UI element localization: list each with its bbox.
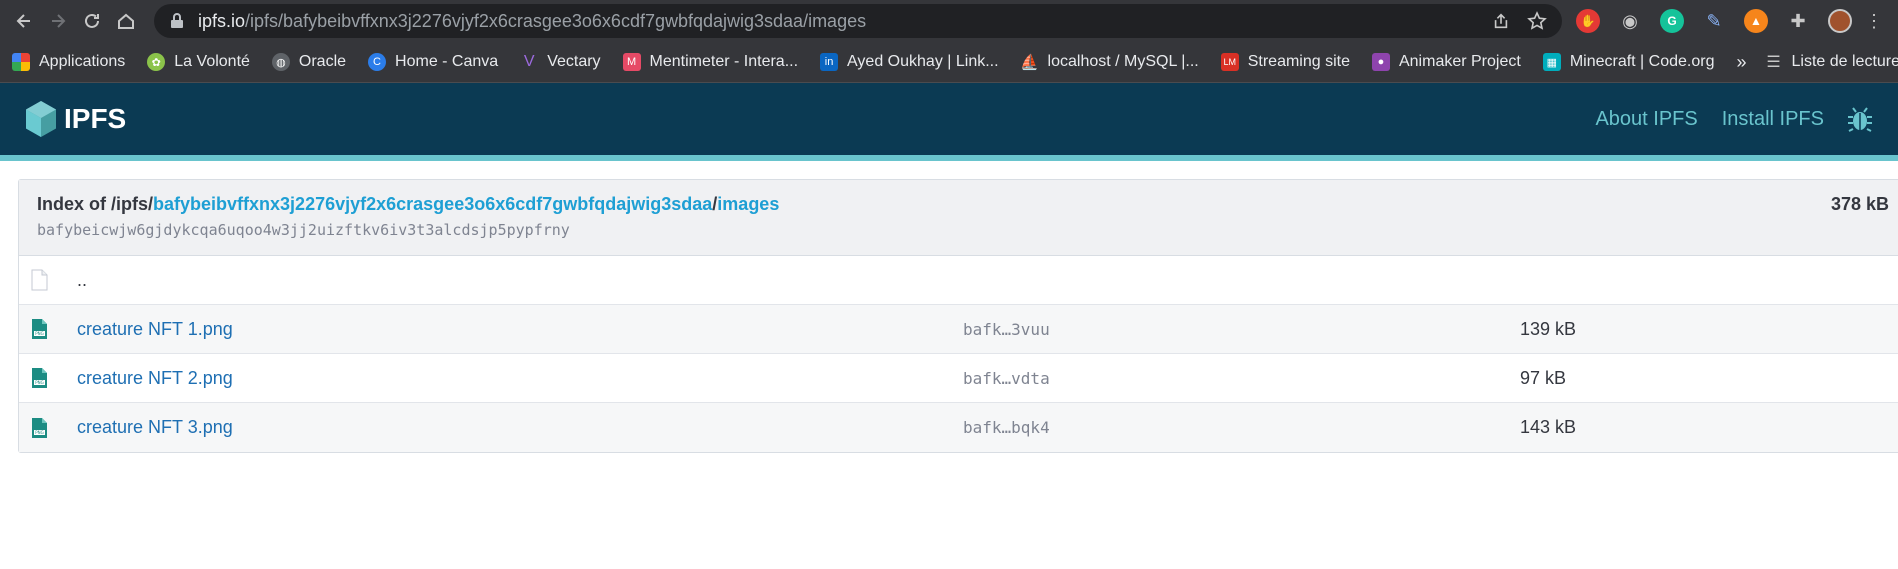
bookmark-streaming[interactable]: LM Streaming site bbox=[1220, 53, 1350, 71]
browser-toolbar: ipfs.io/ipfs/bafybeibvffxnx3j2276vjyf2x6… bbox=[0, 0, 1898, 42]
linkedin-icon: in bbox=[820, 53, 839, 71]
svg-text:PNG: PNG bbox=[35, 380, 44, 385]
bookmark-canva[interactable]: C Home - Canva bbox=[368, 53, 498, 71]
directory-index: Index of /ipfs/bafybeibvffxnx3j2276vjyf2… bbox=[18, 179, 1898, 453]
title-cid-link[interactable]: bafybeibvffxnx3j2276vjyf2x6crasgee3o6x6c… bbox=[153, 194, 712, 214]
reading-list-icon: ☰ bbox=[1766, 54, 1781, 71]
logo-text: IPFS bbox=[64, 103, 127, 134]
puzzle-icon[interactable]: ✚ bbox=[1786, 9, 1810, 33]
reading-list-button[interactable]: ☰ Liste de lecture bbox=[1765, 53, 1898, 71]
file-link[interactable]: creature NFT 3.png bbox=[77, 417, 963, 438]
bookmark-animaker[interactable]: ● Animaker Project bbox=[1371, 53, 1521, 71]
bookmark-label: Vectary bbox=[547, 53, 601, 70]
lock-icon bbox=[171, 13, 183, 28]
bookmark-label: Oracle bbox=[298, 53, 347, 70]
reload-icon bbox=[85, 13, 99, 28]
bookmark-label: Home - Canva bbox=[395, 53, 499, 70]
bookmark-la-volonte[interactable]: ✿ La Volonté bbox=[147, 53, 250, 71]
arrow-right-icon bbox=[52, 14, 66, 28]
streaming-icon: LM bbox=[1220, 53, 1239, 71]
reading-list-label: Liste de lecture bbox=[1791, 53, 1898, 70]
png-file-icon: PNG bbox=[31, 417, 67, 439]
metamask-icon[interactable]: ▲ bbox=[1744, 9, 1768, 33]
bookmark-label: Applications bbox=[39, 53, 126, 70]
bookmark-label: Streaming site bbox=[1247, 53, 1350, 70]
url-host: ipfs.io bbox=[198, 10, 246, 31]
phpmyadmin-icon: ⛵ bbox=[1020, 54, 1039, 71]
table-row: PNG creature NFT 3.png bafk…bqk4 143 kB bbox=[19, 403, 1898, 452]
bookmarks-bar: Applications ✿ La Volonté ◍ Oracle C Hom… bbox=[0, 42, 1898, 83]
ipfs-logo[interactable]: IPFS bbox=[24, 100, 126, 138]
globe-icon: ◍ bbox=[271, 53, 290, 71]
bookmark-mentimeter[interactable]: M Mentimeter - Intera... bbox=[622, 53, 799, 71]
bookmark-linkedin[interactable]: in Ayed Oukhay | Link... bbox=[820, 53, 999, 71]
ipfs-header: IPFS About IPFS Install IPFS bbox=[0, 83, 1898, 161]
index-header: Index of /ipfs/bafybeibvffxnx3j2276vjyf2… bbox=[19, 180, 1898, 256]
adblock-icon[interactable]: ✋ bbox=[1576, 9, 1600, 33]
blank-file-icon bbox=[31, 269, 67, 291]
pen-icon[interactable]: ✎ bbox=[1702, 9, 1726, 33]
reload-button[interactable] bbox=[76, 5, 108, 37]
file-size: 97 kB bbox=[1520, 367, 1567, 388]
about-ipfs-link[interactable]: About IPFS bbox=[1595, 108, 1697, 131]
canva-icon: C bbox=[368, 53, 387, 71]
file-hash-link[interactable]: bafk…3vuu bbox=[963, 320, 1520, 339]
bookmark-applications[interactable]: Applications bbox=[12, 53, 125, 71]
bookmark-label: Ayed Oukhay | Link... bbox=[847, 53, 999, 70]
share-icon[interactable] bbox=[1490, 10, 1512, 32]
file-link[interactable]: creature NFT 1.png bbox=[77, 319, 963, 340]
title-dir-link[interactable]: images bbox=[717, 194, 779, 214]
vectary-icon: V bbox=[523, 53, 535, 70]
ipfs-cube-icon bbox=[26, 101, 56, 137]
table-row: PNG creature NFT 2.png bafk…vdta 97 kB bbox=[19, 354, 1898, 403]
bookmark-label: localhost / MySQL |... bbox=[1047, 53, 1199, 70]
eye-icon[interactable]: ◉ bbox=[1618, 9, 1642, 33]
bookmark-oracle[interactable]: ◍ Oracle bbox=[271, 53, 347, 71]
file-link[interactable]: creature NFT 2.png bbox=[77, 368, 963, 389]
url-path: /ipfs/bafybeibvffxnx3j2276vjyf2x6crasgee… bbox=[245, 10, 867, 31]
svg-text:PNG: PNG bbox=[35, 430, 44, 435]
file-hash-link[interactable]: bafk…bqk4 bbox=[963, 418, 1520, 437]
bookmark-label: Mentimeter - Intera... bbox=[649, 53, 799, 70]
bug-icon[interactable] bbox=[1846, 105, 1874, 133]
mentimeter-icon: M bbox=[622, 53, 641, 71]
extension-bar: ✋ ◉ G ✎ ▲ ✚ ⋮ bbox=[1576, 9, 1883, 33]
install-ipfs-link[interactable]: Install IPFS bbox=[1722, 108, 1824, 131]
home-button[interactable] bbox=[110, 5, 142, 37]
index-title: Index of /ipfs/bafybeibvffxnx3j2276vjyf2… bbox=[37, 194, 1898, 215]
bookmark-vectary[interactable]: V Vectary bbox=[520, 53, 601, 71]
parent-dir-row[interactable]: .. bbox=[19, 256, 1898, 305]
parent-dir-link[interactable]: .. bbox=[77, 270, 963, 291]
leaf-icon: ✿ bbox=[147, 53, 166, 71]
star-icon[interactable] bbox=[1526, 10, 1548, 32]
svg-text:PNG: PNG bbox=[35, 331, 44, 336]
title-prefix: Index of /ipfs/ bbox=[37, 194, 154, 214]
file-hash-link[interactable]: bafk…vdta bbox=[963, 369, 1520, 388]
png-file-icon: PNG bbox=[31, 318, 67, 340]
grammarly-icon[interactable]: G bbox=[1660, 9, 1684, 33]
bookmark-phpmyadmin[interactable]: ⛵ localhost / MySQL |... bbox=[1020, 53, 1199, 71]
avatar[interactable] bbox=[1828, 9, 1852, 33]
bookmark-codeorg[interactable]: ▦ Minecraft | Code.org bbox=[1542, 53, 1715, 71]
apps-grid-icon bbox=[12, 53, 30, 71]
table-row: PNG creature NFT 1.png bafk…3vuu 139 kB bbox=[19, 305, 1898, 354]
arrow-left-icon bbox=[16, 14, 30, 28]
animaker-icon: ● bbox=[1371, 53, 1390, 71]
codeorg-icon: ▦ bbox=[1542, 53, 1561, 71]
kebab-menu-icon[interactable]: ⋮ bbox=[1865, 9, 1883, 33]
total-size: 378 kB bbox=[1830, 194, 1889, 214]
forward-button[interactable] bbox=[42, 5, 74, 37]
file-size: 139 kB bbox=[1520, 318, 1577, 339]
back-button[interactable] bbox=[8, 5, 40, 37]
address-bar[interactable]: ipfs.io/ipfs/bafybeibvffxnx3j2276vjyf2x6… bbox=[154, 4, 1562, 38]
bookmark-label: Minecraft | Code.org bbox=[1569, 53, 1715, 70]
bookmarks-overflow-button[interactable]: » bbox=[1736, 52, 1746, 73]
home-icon bbox=[118, 13, 134, 29]
png-file-icon: PNG bbox=[31, 367, 67, 389]
bookmark-label: Animaker Project bbox=[1398, 53, 1521, 70]
bookmark-label: La Volonté bbox=[174, 53, 250, 70]
file-size: 143 kB bbox=[1520, 417, 1577, 437]
header-nav: About IPFS Install IPFS bbox=[1571, 105, 1874, 133]
directory-cid: bafybeicwjw6gjdykcqa6uqoo4w3jj2uizftkv6i… bbox=[37, 221, 570, 239]
